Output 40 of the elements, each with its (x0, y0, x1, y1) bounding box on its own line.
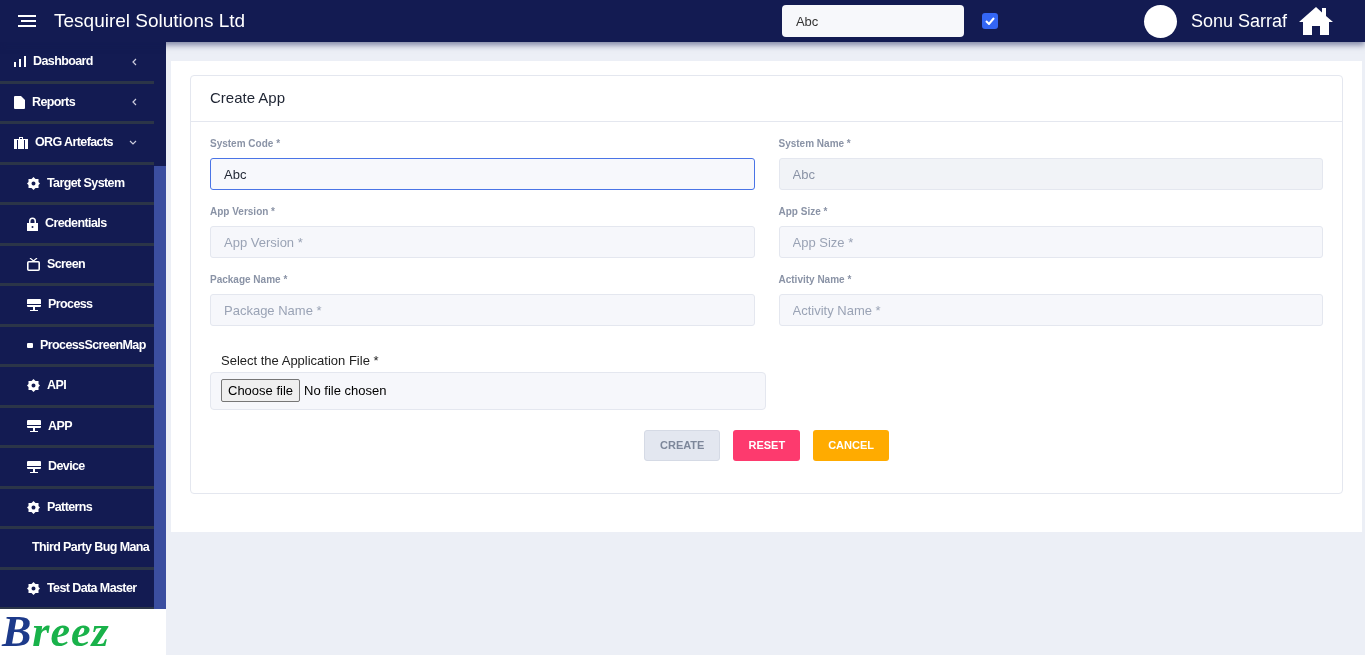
text-field[interactable]: Abc (210, 158, 755, 190)
field-label: System Code * (210, 137, 282, 151)
home-icon[interactable] (1297, 5, 1335, 37)
logo: Breez (2, 610, 110, 654)
text-field[interactable]: Activity Name * (778, 294, 1323, 326)
checkbox[interactable] (981, 13, 998, 29)
flower-icon (27, 581, 40, 595)
choose-file-button[interactable]: Choose file (221, 379, 301, 402)
monitor-icon (27, 420, 41, 433)
avatar (1143, 4, 1177, 38)
tv-icon (27, 257, 40, 271)
text-field[interactable]: App Size * (778, 226, 1323, 258)
document-icon (14, 95, 25, 109)
check-icon (984, 17, 995, 25)
monitor-icon (27, 298, 41, 311)
file-status: No file chosen (304, 381, 387, 400)
file-label: Select the Application File * (221, 352, 380, 370)
field-label: App Size * (778, 205, 829, 219)
flower-icon (27, 500, 40, 514)
scrollbar-thumb[interactable] (154, 166, 166, 609)
flower-icon (27, 379, 40, 393)
menu-icon[interactable] (18, 14, 36, 28)
briefcase-icon (14, 136, 28, 149)
bars-icon (14, 56, 26, 68)
user-name: Sonu Sarraf (1190, 9, 1287, 33)
field-label: App Version * (210, 205, 276, 219)
square-icon (27, 342, 33, 348)
flower-icon (27, 176, 40, 190)
file-input[interactable]: Choose file No file chosen (210, 371, 766, 410)
company-name: Tesquirel Solutions Ltd (54, 8, 246, 33)
field-label: Activity Name * (778, 273, 853, 287)
text-field[interactable]: Package Name * (210, 294, 755, 326)
lock-icon (27, 216, 38, 231)
search-field[interactable]: Abc (781, 5, 964, 37)
monitor-icon (27, 460, 41, 473)
field-label: Package Name * (210, 273, 289, 287)
form-title: Create App (210, 88, 286, 109)
text-field[interactable]: App Version * (210, 226, 755, 258)
reset-button[interactable]: RESET (733, 429, 801, 461)
field-label: System Name * (778, 137, 852, 151)
